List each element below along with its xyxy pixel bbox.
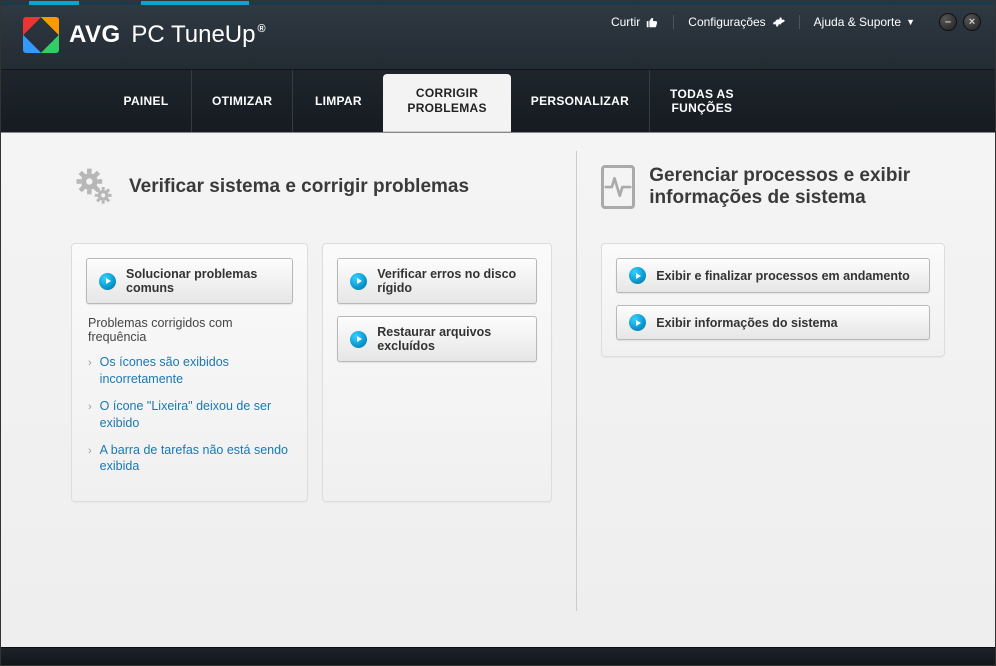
minimize-button[interactable]: – (939, 13, 957, 31)
main-nav: PAINEL OTIMIZAR LIMPAR CORRIGIR PROBLEMA… (1, 69, 995, 133)
card-row-left: Solucionar problemas comuns Problemas co… (71, 243, 552, 502)
window-controls: – × (939, 13, 981, 31)
show-processes-label: Exibir e finalizar processos em andament… (656, 269, 910, 283)
column-verify-fix: Verificar sistema e corrigir problemas S… (71, 155, 552, 502)
brand: AVG PC TuneUp ® (23, 17, 266, 53)
chevron-right-icon: › (88, 356, 92, 371)
check-disk-label: Verificar erros no disco rígido (377, 267, 524, 295)
restore-files-label: Restaurar arquivos excluídos (377, 325, 524, 353)
help-label: Ajuda & Suporte (814, 15, 901, 29)
main-content: Verificar sistema e corrigir problemas S… (1, 133, 995, 647)
tab-limpar[interactable]: LIMPAR (293, 70, 383, 132)
column-processes: Gerenciar processos e exibir informações… (601, 155, 945, 357)
chevron-right-icon: › (88, 444, 92, 459)
like-link[interactable]: Curtir (611, 15, 659, 29)
separator (799, 15, 800, 29)
tab-painel[interactable]: PAINEL (101, 70, 191, 132)
brand-name-1: AVG (69, 21, 121, 49)
system-info-button[interactable]: Exibir informações do sistema (616, 305, 930, 340)
play-icon (629, 314, 646, 331)
app-window: AVG PC TuneUp ® Curtir Configurações (0, 0, 996, 666)
frequent-item[interactable]: › A barra de tarefas não está sendo exibi… (88, 442, 293, 476)
tab-personalizar[interactable]: PERSONALIZAR (511, 70, 649, 132)
chevron-right-icon: › (88, 400, 92, 415)
chevron-down-icon: ▼ (906, 17, 915, 27)
frequent-item-label: O ícone "Lixeira" deixou de ser exibido (100, 398, 294, 432)
tab-todas[interactable]: TODAS AS FUNÇÕES (650, 70, 754, 132)
solve-common-label: Solucionar problemas comuns (126, 267, 280, 295)
thumbs-up-icon (645, 15, 659, 29)
play-icon (629, 267, 646, 284)
card-disk-restore: Verificar erros no disco rígido Restaura… (322, 243, 552, 502)
tab-corrigir[interactable]: CORRIGIR PROBLEMAS (383, 74, 510, 132)
play-icon (350, 331, 367, 348)
avg-logo-icon (23, 17, 59, 53)
like-label: Curtir (611, 15, 640, 29)
system-info-label: Exibir informações do sistema (656, 316, 837, 330)
close-button[interactable]: × (963, 13, 981, 31)
card-common-problems: Solucionar problemas comuns Problemas co… (71, 243, 308, 502)
frequent-list: › Os ícones são exibidos incorretamente ›… (86, 354, 293, 475)
restore-files-button[interactable]: Restaurar arquivos excluídos (337, 316, 537, 362)
section-head-right: Gerenciar processos e exibir informações… (601, 155, 945, 219)
gear-icon (771, 15, 785, 29)
vertical-divider (576, 151, 577, 611)
registered-mark: ® (257, 23, 265, 35)
frequent-item[interactable]: › Os ícones são exibidos incorretamente (88, 354, 293, 388)
check-disk-button[interactable]: Verificar erros no disco rígido (337, 258, 537, 304)
frequent-item-label: A barra de tarefas não está sendo exibid… (100, 442, 294, 476)
header: AVG PC TuneUp ® Curtir Configurações (1, 5, 995, 69)
header-actions: Curtir Configurações Ajuda & Suporte ▼ –… (611, 13, 981, 31)
brand-name-2: PC TuneUp (131, 21, 255, 49)
show-processes-button[interactable]: Exibir e finalizar processos em andament… (616, 258, 930, 293)
frequent-item[interactable]: › O ícone "Lixeira" deixou de ser exibido (88, 398, 293, 432)
brand-text: AVG PC TuneUp ® (69, 21, 266, 49)
section-title-left: Verificar sistema e corrigir problemas (129, 176, 469, 198)
footer-bar (1, 647, 995, 665)
help-link[interactable]: Ajuda & Suporte ▼ (814, 15, 915, 29)
tab-otimizar[interactable]: OTIMIZAR (192, 70, 292, 132)
section-head-left: Verificar sistema e corrigir problemas (71, 155, 552, 219)
gears-icon (71, 165, 115, 209)
settings-link[interactable]: Configurações (688, 15, 784, 29)
settings-label: Configurações (688, 15, 765, 29)
play-icon (350, 273, 367, 290)
pulse-icon (601, 165, 635, 209)
frequent-title: Problemas corrigidos com frequência (88, 316, 293, 344)
separator (673, 15, 674, 29)
frequent-item-label: Os ícones são exibidos incorretamente (100, 354, 294, 388)
solve-common-button[interactable]: Solucionar problemas comuns (86, 258, 293, 304)
card-processes: Exibir e finalizar processos em andament… (601, 243, 945, 357)
play-icon (99, 273, 116, 290)
section-title-right: Gerenciar processos e exibir informações… (649, 165, 945, 209)
